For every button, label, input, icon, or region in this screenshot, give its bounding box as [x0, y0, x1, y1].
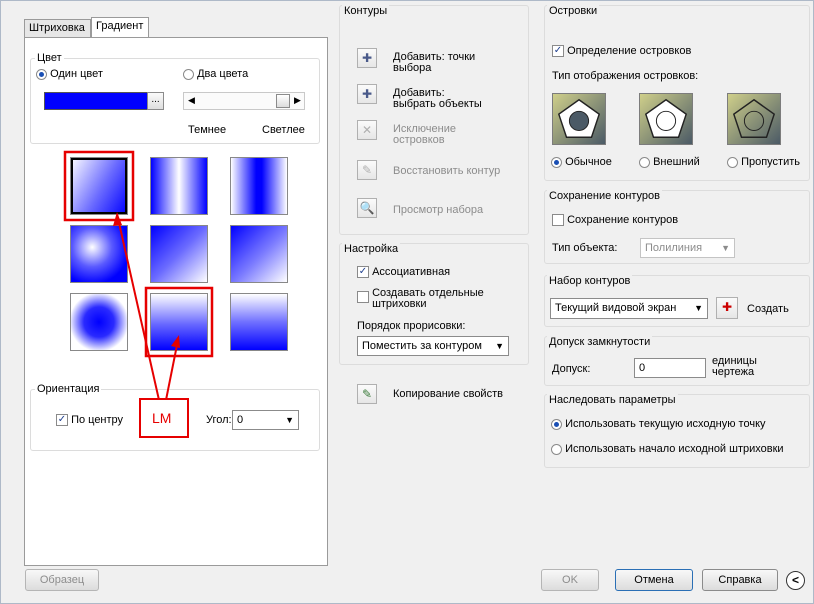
boundary-set-title: Набор контуров: [547, 275, 633, 287]
remove-islands-label[interactable]: Исключение островков: [393, 124, 473, 146]
object-type-value: Полилиния: [645, 242, 703, 254]
recreate-boundary-icon[interactable]: ✎: [357, 160, 377, 180]
chevron-down-icon: ▼: [694, 303, 703, 313]
inherit-options-group: Наследовать параметры: [544, 394, 810, 468]
remove-islands-icon[interactable]: ✕: [357, 120, 377, 140]
annotation-arrow-line-2: [165, 339, 179, 401]
island-normal-radio[interactable]: [551, 156, 562, 168]
island-normal-icon[interactable]: [552, 93, 606, 145]
settings-title: Настройка: [342, 243, 401, 255]
tolerance-label: Допуск:: [552, 363, 591, 375]
new-boundary-set-icon[interactable]: ✚: [716, 297, 738, 319]
island-ignore-option[interactable]: Пропустить: [727, 156, 800, 168]
recreate-boundary-label[interactable]: Восстановить контур: [393, 165, 500, 177]
inherit-properties-icon[interactable]: ✎: [357, 384, 377, 404]
island-outer-label: Внешний: [653, 156, 700, 168]
select-objects-icon[interactable]: ✚: [357, 84, 377, 104]
select-objects-label[interactable]: Добавить: выбрать объекты: [393, 88, 488, 110]
chevron-down-icon: ▼: [495, 341, 504, 351]
object-type-dropdown[interactable]: Полилиния ▼: [640, 238, 735, 258]
cancel-button[interactable]: Отмена: [615, 569, 693, 591]
retain-boundaries-label: Сохранение контуров: [567, 214, 679, 226]
retain-boundaries-title: Сохранение контуров: [547, 190, 663, 202]
islands-title: Островки: [547, 5, 600, 17]
associative-checkbox[interactable]: ✓: [357, 266, 369, 279]
island-detection-label: Определение островков: [567, 45, 692, 57]
preview-button[interactable]: Образец: [25, 569, 99, 591]
help-button[interactable]: Справка: [702, 569, 778, 591]
island-outer-icon[interactable]: [639, 93, 693, 145]
view-selection-icon[interactable]: 🔍: [357, 198, 377, 218]
use-source-origin-label: Использовать начало исходной штриховки: [565, 443, 784, 455]
view-selection-label[interactable]: Просмотр набора: [393, 204, 483, 216]
retain-boundaries-checkbox[interactable]: [552, 214, 564, 227]
ok-button[interactable]: OK: [541, 569, 599, 591]
separate-option[interactable]: Создавать отдельные штриховки: [357, 288, 502, 310]
chevron-down-icon: ▼: [721, 243, 730, 253]
draw-order-value: Поместить за контуром: [362, 340, 482, 352]
island-ignore-icon[interactable]: [727, 93, 781, 145]
separate-label: Создавать отдельные штриховки: [372, 287, 484, 310]
associative-option[interactable]: ✓ Ассоциативная: [357, 266, 451, 279]
tolerance-input[interactable]: 0: [634, 358, 706, 378]
use-current-origin-option[interactable]: Использовать текущую исходную точку: [551, 418, 766, 430]
use-source-origin-option[interactable]: Использовать начало исходной штриховки: [551, 443, 784, 455]
annotation-highlight-pattern-1: [63, 150, 135, 222]
boundary-set-dropdown[interactable]: Текущий видовой экран ▼: [550, 298, 708, 319]
annotation-label: LM: [152, 410, 172, 426]
copy-properties-label[interactable]: Копирование свойств: [393, 388, 503, 400]
contours-title: Контуры: [342, 5, 390, 17]
use-current-origin-radio[interactable]: [551, 418, 562, 430]
associative-label: Ассоциативная: [372, 266, 451, 278]
island-ignore-label: Пропустить: [741, 156, 800, 168]
island-normal-option[interactable]: Обычное: [551, 156, 612, 168]
pick-points-icon[interactable]: ✚: [357, 48, 377, 68]
island-detection-option[interactable]: ✓ Определение островков: [552, 45, 692, 58]
island-ignore-radio[interactable]: [727, 156, 738, 168]
gap-tolerance-title: Допуск замкнутости: [547, 336, 653, 348]
pick-points-label[interactable]: Добавить: точки выбора: [393, 52, 488, 74]
island-outer-option[interactable]: Внешний: [639, 156, 700, 168]
island-outer-radio[interactable]: [639, 156, 650, 168]
boundary-set-value: Текущий видовой экран: [555, 302, 677, 314]
draw-order-label: Порядок прорисовки:: [357, 320, 466, 332]
create-boundary-set-label[interactable]: Создать: [747, 303, 789, 315]
island-display-style-label: Тип отображения островков:: [552, 70, 699, 82]
collapse-options-icon[interactable]: <: [786, 571, 805, 590]
annotation-arrow-line-1: [116, 213, 160, 401]
separate-checkbox[interactable]: [357, 291, 369, 303]
use-source-origin-radio[interactable]: [551, 443, 562, 455]
island-normal-label: Обычное: [565, 156, 612, 168]
object-type-label: Тип объекта:: [552, 242, 618, 254]
draw-order-dropdown[interactable]: Поместить за контуром ▼: [357, 336, 509, 356]
island-detection-checkbox[interactable]: ✓: [552, 45, 564, 58]
inherit-options-title: Наследовать параметры: [547, 394, 678, 406]
annotation-arrow-head-2: [171, 335, 180, 348]
retain-boundaries-option[interactable]: Сохранение контуров: [552, 214, 679, 227]
use-current-origin-label: Использовать текущую исходную точку: [565, 418, 766, 430]
tolerance-units-label: единицы чертежа: [712, 355, 757, 378]
